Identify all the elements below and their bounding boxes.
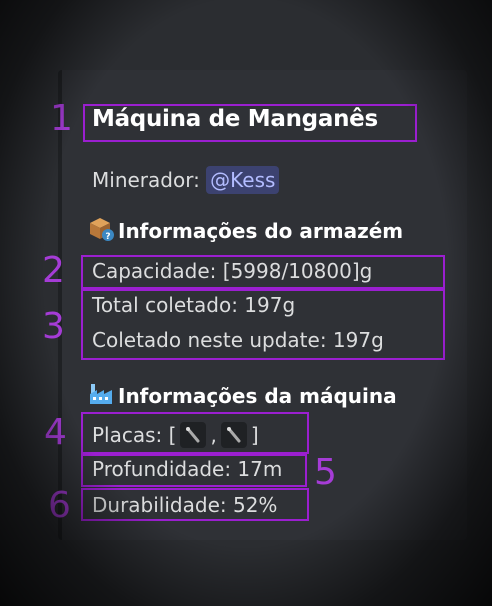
package-question-icon: ? [88,215,114,242]
annotation-number-5: 5 [314,452,337,493]
annotation-box-2 [81,255,445,289]
storage-section-label: Informações do armazém [118,219,404,243]
annotation-number-1: 1 [50,98,73,139]
annotation-box-5 [81,454,307,487]
machine-section-heading: Informações da máquina [88,380,397,408]
annotation-box-1 [83,104,417,142]
annotation-box-6 [81,488,309,521]
user-mention[interactable]: @Kess [206,166,280,194]
annotation-box-4 [81,412,309,454]
annotation-number-6: 6 [48,485,71,526]
annotation-number-4: 4 [44,412,67,453]
machine-section-label: Informações da máquina [118,384,397,408]
miner-row: Minerador: @Kess [92,166,280,194]
annotation-number-2: 2 [42,250,65,291]
svg-text:?: ? [105,232,110,241]
annotation-number-3: 3 [42,306,65,347]
miner-label: Minerador: [92,168,200,192]
annotation-box-3 [81,289,445,360]
factory-icon [88,380,112,404]
storage-section-heading: ? Informações do armazém [88,215,403,243]
